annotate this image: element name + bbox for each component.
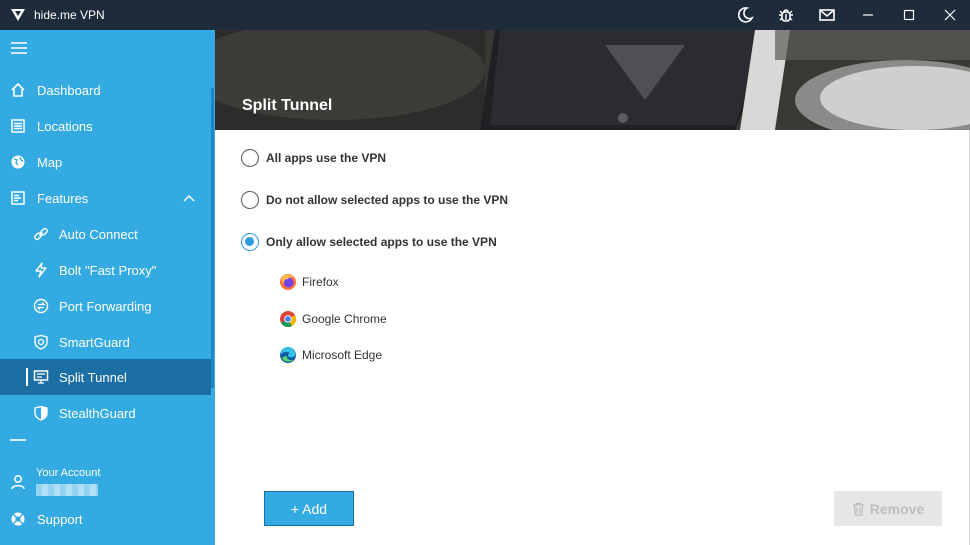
moon-icon[interactable] [724, 0, 765, 30]
maximize-button[interactable] [888, 0, 929, 30]
option-do-not-allow-selected[interactable]: Do not allow selected apps to use the VP… [241, 190, 508, 210]
hideme-logo-icon [11, 9, 25, 21]
sidebar-item-features[interactable]: Features [0, 180, 211, 216]
option-all-apps[interactable]: All apps use the VPN [241, 148, 386, 168]
port-icon [33, 298, 49, 314]
radio-do-not-allow-selected[interactable] [241, 191, 259, 209]
sidebar: Dashboard Locations Map Features Auto Co… [0, 30, 215, 545]
option-only-allow-selected[interactable]: Only allow selected apps to use the VPN [241, 232, 497, 252]
app-name: Microsoft Edge [302, 348, 383, 362]
header-banner: Split Tunnel [215, 30, 970, 130]
option-label: Only allow selected apps to use the VPN [266, 235, 497, 249]
shield-icon [33, 405, 49, 421]
app-item-microsoft-edge[interactable]: Microsoft Edge [279, 345, 382, 365]
window-title: hide.me VPN [34, 8, 105, 22]
sidebar-item-label: Bolt "Fast Proxy" [59, 262, 157, 278]
app-item-google-chrome[interactable]: Google Chrome [279, 309, 387, 329]
link-icon [33, 226, 49, 242]
mail-icon[interactable] [806, 0, 847, 30]
close-button[interactable] [929, 0, 970, 30]
bug-icon[interactable] [765, 0, 806, 30]
list-icon [10, 118, 26, 134]
sidebar-item-label: SmartGuard [59, 334, 130, 350]
sidebar-item-smartguard[interactable]: SmartGuard [0, 324, 211, 360]
support-icon [10, 511, 26, 527]
edge-icon [280, 346, 296, 363]
firefox-icon [280, 274, 296, 290]
banner-image [215, 30, 970, 130]
sidebar-item-port-forwarding[interactable]: Port Forwarding [0, 288, 211, 324]
remove-button-label: Remove [869, 500, 925, 517]
smartguard-icon [33, 334, 49, 350]
sidebar-item-dashboard[interactable]: Dashboard [0, 72, 211, 108]
sidebar-item-label: Auto Connect [59, 226, 138, 242]
features-icon [10, 190, 26, 206]
sidebar-item-label: StealthGuard [59, 405, 136, 421]
sidebar-item-split-tunnel[interactable]: Split Tunnel [0, 359, 211, 395]
sidebar-item-map[interactable]: Map [0, 144, 211, 180]
sidebar-item-your-account[interactable]: Your Account [0, 462, 211, 502]
option-label: All apps use the VPN [266, 151, 387, 165]
minimize-button[interactable] [847, 0, 888, 30]
account-name-redacted [36, 484, 98, 496]
radio-all-apps[interactable] [241, 149, 259, 167]
globe-icon [10, 154, 26, 170]
sidebar-item-label: Port Forwarding [59, 298, 152, 314]
account-label: Your Account [36, 467, 101, 479]
page-title: Split Tunnel [242, 97, 333, 114]
hamburger-menu-icon[interactable] [11, 42, 27, 54]
sidebar-item-label: Dashboard [37, 82, 101, 98]
user-icon [11, 475, 25, 490]
title-bar: hide.me VPN [0, 0, 970, 30]
add-button[interactable]: + Add [264, 491, 354, 526]
sidebar-item-stealthguard[interactable]: StealthGuard [0, 395, 211, 431]
sidebar-item-label: Features [37, 190, 89, 206]
app-name: Google Chrome [302, 312, 387, 326]
sidebar-item-label: Support [37, 511, 83, 527]
sidebar-item-bolt-fast-proxy[interactable]: Bolt "Fast Proxy" [0, 252, 211, 288]
remove-button[interactable]: Remove [834, 491, 942, 526]
main-content: All apps use the VPN Do not allow select… [215, 130, 970, 545]
chevron-up-icon[interactable] [183, 193, 195, 203]
app-item-firefox[interactable]: Firefox [279, 272, 339, 292]
sidebar-item-locations[interactable]: Locations [0, 108, 211, 144]
bolt-icon [33, 262, 49, 278]
option-label: Do not allow selected apps to use the VP… [266, 193, 509, 207]
app-name: Firefox [302, 275, 339, 289]
sidebar-scrollbar[interactable] [211, 88, 214, 388]
sidebar-item-auto-connect[interactable]: Auto Connect [0, 216, 211, 252]
radio-only-allow-selected[interactable] [241, 233, 259, 251]
sidebar-divider [10, 439, 26, 441]
chrome-icon [280, 311, 297, 328]
home-icon [10, 82, 26, 98]
sidebar-item-label: Map [37, 154, 63, 170]
sidebar-item-label: Split Tunnel [59, 369, 127, 385]
sidebar-item-support[interactable]: Support [0, 501, 211, 537]
sidebar-item-label: Locations [37, 118, 93, 134]
monitor-icon [33, 369, 49, 385]
trash-icon [852, 502, 864, 516]
